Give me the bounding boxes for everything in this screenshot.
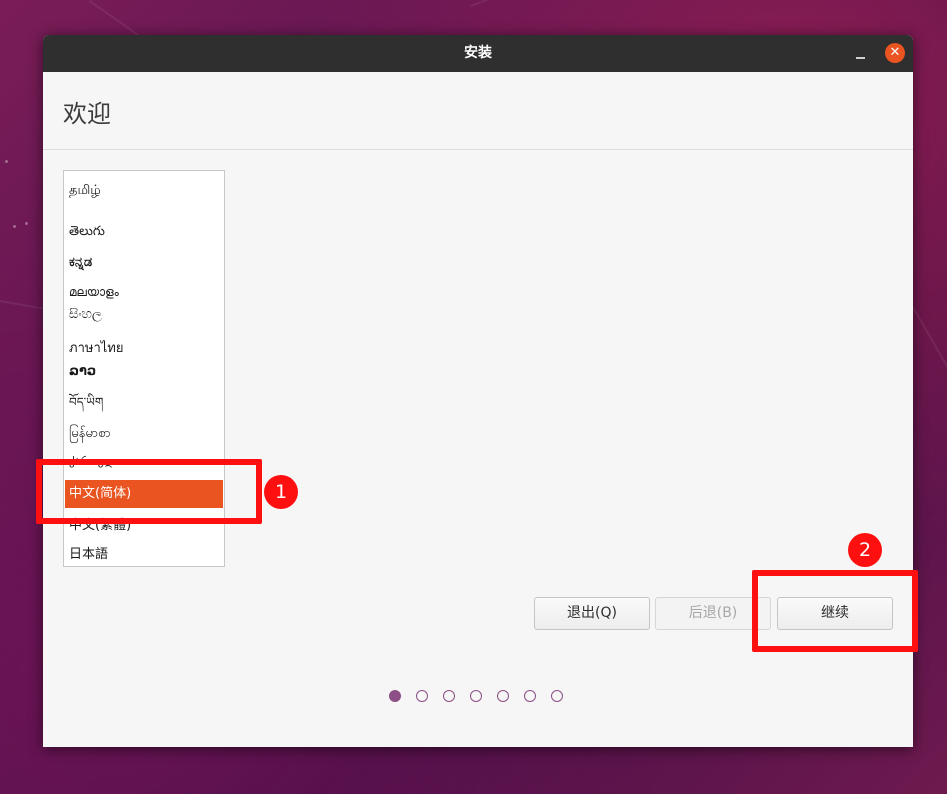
- annotation-box-language: [36, 459, 262, 524]
- page-dot: [551, 690, 563, 702]
- minimize-button[interactable]: [854, 44, 868, 62]
- title-bar: 安装 ✕: [43, 35, 913, 72]
- language-item[interactable]: മലയാളം: [68, 285, 220, 300]
- page-dot: [497, 690, 509, 702]
- annotation-box-continue: [752, 570, 918, 652]
- page-header: 欢迎: [43, 72, 913, 150]
- language-item[interactable]: தமிழ்: [68, 183, 220, 199]
- language-item[interactable]: తెలుగు: [68, 224, 220, 242]
- close-button[interactable]: ✕: [885, 43, 905, 63]
- quit-button[interactable]: 退出(Q): [534, 597, 650, 630]
- page-title: 欢迎: [63, 100, 111, 128]
- annotation-badge-1: 1: [264, 475, 298, 509]
- language-item[interactable]: ಕನ್ನಡ: [68, 255, 220, 270]
- page-dot: [470, 690, 482, 702]
- language-item[interactable]: မြန်မာစာ: [68, 425, 220, 444]
- language-item[interactable]: བོད་ཡིག: [68, 389, 220, 423]
- language-item[interactable]: 日本語: [68, 543, 220, 562]
- page-dot: [524, 690, 536, 702]
- language-item[interactable]: සිංහල: [68, 307, 220, 322]
- page-dot: [443, 690, 455, 702]
- page-dot-active: [389, 690, 401, 702]
- window-title: 安装: [464, 45, 492, 61]
- language-item[interactable]: ภาษาไทย: [68, 337, 220, 358]
- language-item[interactable]: ລາວ: [68, 364, 220, 379]
- annotation-badge-2: 2: [848, 533, 882, 567]
- page-dot: [416, 690, 428, 702]
